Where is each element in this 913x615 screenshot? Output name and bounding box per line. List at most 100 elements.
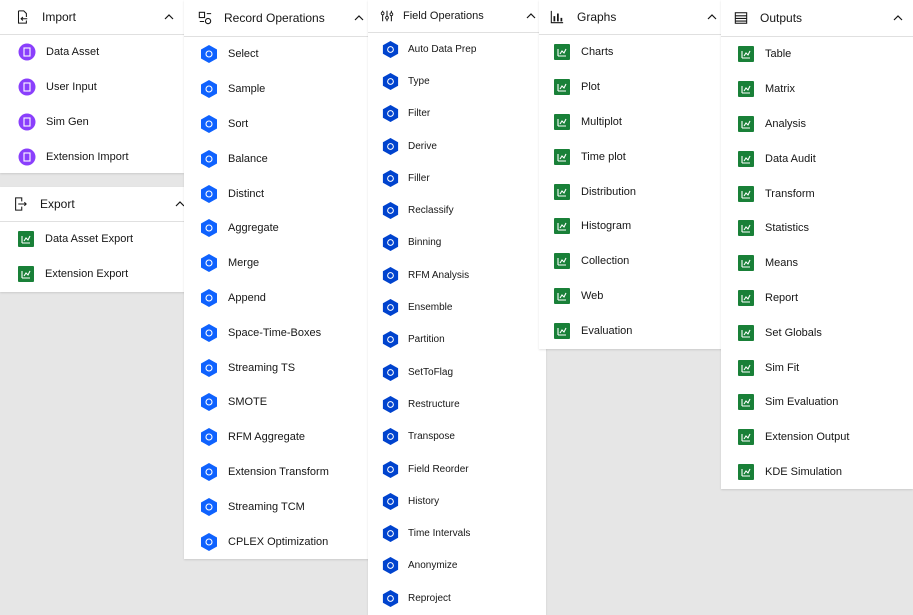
field-item-label: Ensemble bbox=[408, 302, 453, 314]
import-item-data-asset[interactable]: Data Asset bbox=[0, 35, 184, 70]
analysis-icon bbox=[738, 115, 754, 132]
record-item-aggregate[interactable]: Aggregate bbox=[184, 211, 374, 246]
export-icon bbox=[13, 197, 27, 211]
outputs-item-data-audit[interactable]: Data Audit bbox=[721, 141, 913, 176]
field-operations-header[interactable]: Field Operations bbox=[368, 0, 546, 33]
field-item-reproject[interactable]: Reproject bbox=[368, 582, 546, 614]
table-icon bbox=[738, 46, 754, 63]
record-item-append[interactable]: Append bbox=[184, 281, 374, 316]
sim-gen-icon bbox=[18, 113, 36, 131]
graphs-item-plot[interactable]: Plot bbox=[539, 70, 727, 105]
field-item-filter[interactable]: Filter bbox=[368, 98, 546, 130]
field-item-type[interactable]: Type bbox=[368, 65, 546, 97]
auto-data-prep-icon bbox=[381, 40, 400, 59]
outputs-item-set-globals[interactable]: Set Globals bbox=[721, 315, 913, 350]
outputs-item-matrix[interactable]: Matrix bbox=[721, 72, 913, 107]
field-item-transpose[interactable]: Transpose bbox=[368, 421, 546, 453]
record-item-sort[interactable]: Sort bbox=[184, 107, 374, 142]
record-item-rfm-aggregate[interactable]: RFM Aggregate bbox=[184, 420, 374, 455]
import-icon bbox=[15, 10, 29, 24]
sim-evaluation-icon bbox=[738, 394, 754, 411]
chevron-up-icon[interactable] bbox=[526, 13, 536, 19]
record-item-select[interactable]: Select bbox=[184, 37, 374, 72]
import-header[interactable]: Import bbox=[0, 0, 184, 35]
statistics-icon bbox=[738, 220, 754, 237]
chevron-up-icon[interactable] bbox=[893, 15, 903, 21]
export-item-extension-export[interactable]: Extension Export bbox=[0, 257, 195, 292]
outputs-item-kde-simulation[interactable]: KDE Simulation bbox=[721, 455, 913, 490]
binning-icon bbox=[381, 233, 400, 252]
outputs-item-sim-fit[interactable]: Sim Fit bbox=[721, 350, 913, 385]
import-item-sim-gen[interactable]: Sim Gen bbox=[0, 105, 184, 140]
import-item-user-input[interactable]: User Input bbox=[0, 70, 184, 105]
field-item-auto-data-prep[interactable]: Auto Data Prep bbox=[368, 33, 546, 65]
import-title: Import bbox=[42, 10, 77, 24]
outputs-item-report[interactable]: Report bbox=[721, 281, 913, 316]
field-item-restructure[interactable]: Restructure bbox=[368, 388, 546, 420]
outputs-item-statistics[interactable]: Statistics bbox=[721, 211, 913, 246]
outputs-item-analysis[interactable]: Analysis bbox=[721, 107, 913, 142]
append-icon bbox=[199, 288, 219, 308]
import-item-extension-import[interactable]: Extension Import bbox=[0, 139, 184, 174]
graphs-item-charts[interactable]: Charts bbox=[539, 35, 727, 70]
export-item-data-asset-export[interactable]: Data Asset Export bbox=[0, 222, 195, 257]
field-item-anonymize[interactable]: Anonymize bbox=[368, 550, 546, 582]
outputs-item-sim-evaluation[interactable]: Sim Evaluation bbox=[721, 385, 913, 420]
collection-icon bbox=[554, 253, 570, 270]
field-item-settoflag[interactable]: SetToFlag bbox=[368, 356, 546, 388]
record-item-smote[interactable]: SMOTE bbox=[184, 385, 374, 420]
record-item-balance[interactable]: Balance bbox=[184, 141, 374, 176]
field-item-derive[interactable]: Derive bbox=[368, 130, 546, 162]
outputs-item-label: Matrix bbox=[765, 83, 795, 96]
field-item-binning[interactable]: Binning bbox=[368, 227, 546, 259]
field-item-time-intervals[interactable]: Time Intervals bbox=[368, 518, 546, 550]
field-item-ensemble[interactable]: Ensemble bbox=[368, 291, 546, 323]
graphs-header[interactable]: Graphs bbox=[539, 0, 727, 35]
outputs-item-means[interactable]: Means bbox=[721, 246, 913, 281]
outputs-item-table[interactable]: Table bbox=[721, 37, 913, 72]
import-panel: Import Data Asset User Input Sim Gen Extens… bbox=[0, 0, 184, 173]
chevron-up-icon[interactable] bbox=[707, 14, 717, 20]
graphs-item-distribution[interactable]: Distribution bbox=[539, 174, 727, 209]
outputs-item-extension-output[interactable]: Extension Output bbox=[721, 420, 913, 455]
record-item-label: Distinct bbox=[228, 187, 265, 200]
field-item-rfm-analysis[interactable]: RFM Analysis bbox=[368, 259, 546, 291]
streaming-tcm-icon bbox=[199, 497, 219, 517]
field-item-reclassify[interactable]: Reclassify bbox=[368, 195, 546, 227]
field-item-label: SetToFlag bbox=[408, 366, 454, 378]
record-item-space-time-boxes[interactable]: Space-Time-Boxes bbox=[184, 315, 374, 350]
record-operations-header[interactable]: Record Operations bbox=[184, 0, 374, 37]
multiplot-icon bbox=[554, 113, 570, 130]
extension-transform-icon bbox=[199, 462, 219, 482]
chevron-up-icon[interactable] bbox=[354, 15, 364, 21]
graphs-item-collection[interactable]: Collection bbox=[539, 244, 727, 279]
record-item-streaming-ts[interactable]: Streaming TS bbox=[184, 350, 374, 385]
graphs-item-histogram[interactable]: Histogram bbox=[539, 209, 727, 244]
graphs-item-time-plot[interactable]: Time plot bbox=[539, 139, 727, 174]
record-item-cplex-optimization[interactable]: CPLEX Optimization bbox=[184, 524, 374, 559]
export-panel: Export Data Asset Export Extension Export bbox=[0, 187, 195, 292]
chevron-up-icon[interactable] bbox=[164, 14, 174, 20]
record-item-merge[interactable]: Merge bbox=[184, 246, 374, 281]
graphs-item-evaluation[interactable]: Evaluation bbox=[539, 313, 727, 348]
record-item-distinct[interactable]: Distinct bbox=[184, 176, 374, 211]
user-input-icon bbox=[18, 78, 36, 96]
sample-icon bbox=[199, 79, 219, 99]
field-item-filler[interactable]: Filler bbox=[368, 162, 546, 194]
field-item-field-reorder[interactable]: Field Reorder bbox=[368, 453, 546, 485]
record-item-streaming-tcm[interactable]: Streaming TCM bbox=[184, 489, 374, 524]
record-item-label: Sort bbox=[228, 117, 249, 130]
record-item-extension-transform[interactable]: Extension Transform bbox=[184, 455, 374, 490]
record-item-sample[interactable]: Sample bbox=[184, 72, 374, 107]
graphs-item-multiplot[interactable]: Multiplot bbox=[539, 105, 727, 140]
field-item-history[interactable]: History bbox=[368, 485, 546, 517]
graphs-item-web[interactable]: Web bbox=[539, 279, 727, 314]
smote-icon bbox=[199, 392, 219, 412]
data-audit-icon bbox=[738, 150, 754, 167]
outputs-header[interactable]: Outputs bbox=[721, 0, 913, 37]
field-item-partition[interactable]: Partition bbox=[368, 324, 546, 356]
outputs-item-transform[interactable]: Transform bbox=[721, 176, 913, 211]
filter-icon bbox=[381, 104, 400, 123]
field-item-label: Field Reorder bbox=[408, 463, 469, 475]
export-header[interactable]: Export bbox=[0, 187, 195, 222]
